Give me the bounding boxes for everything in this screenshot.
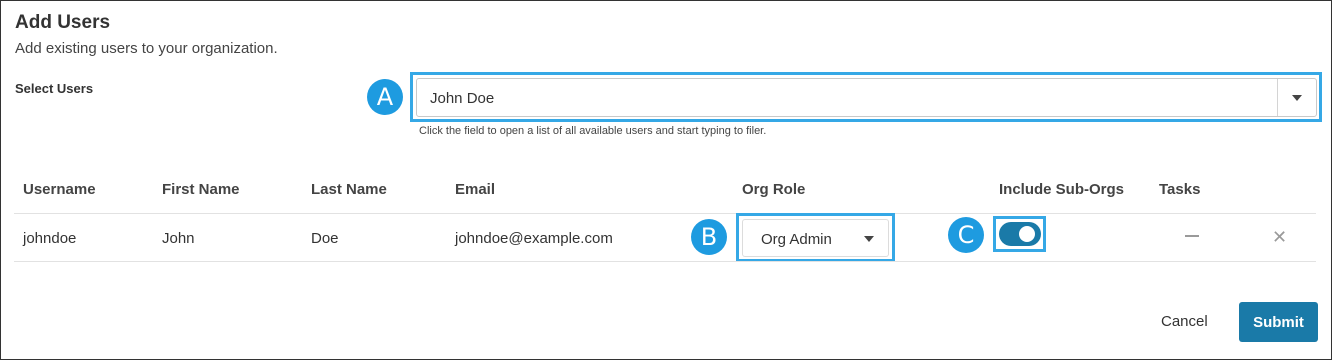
toggle-knob [1019, 226, 1035, 242]
table-divider-bottom [14, 261, 1316, 262]
select-users-value: John Doe [430, 90, 495, 107]
submit-button[interactable]: Submit [1239, 302, 1318, 342]
chevron-down-icon[interactable] [1292, 95, 1302, 101]
page-subtitle: Add existing users to your organization. [15, 40, 278, 57]
cell-email: johndoe@example.com [455, 230, 613, 247]
cell-username: johndoe [23, 230, 77, 247]
callout-badge-c: C [948, 217, 984, 253]
dropdown-divider [1277, 79, 1278, 116]
cancel-button[interactable]: Cancel [1161, 313, 1208, 330]
column-header-first-name: First Name [162, 181, 240, 198]
column-header-org-role: Org Role [742, 181, 806, 198]
select-users-dropdown[interactable]: John Doe [416, 78, 1317, 117]
org-role-select[interactable]: Org Admin [742, 219, 889, 257]
column-header-include-sub-orgs: Include Sub-Orgs [999, 181, 1125, 198]
tasks-empty-indicator [1185, 235, 1199, 237]
column-header-tasks: Tasks [1159, 181, 1201, 198]
chevron-down-icon[interactable] [864, 236, 874, 242]
callout-badge-b: B [691, 219, 727, 255]
cell-last-name: Doe [311, 230, 339, 247]
select-users-helper: Click the field to open a list of all av… [419, 125, 767, 137]
table-divider-top [14, 213, 1316, 214]
org-role-value: Org Admin [761, 231, 832, 248]
select-users-label: Select Users [15, 81, 94, 96]
add-users-panel: Add Users Add existing users to your org… [0, 0, 1332, 360]
column-header-username: Username [23, 181, 96, 198]
page-title: Add Users [15, 12, 111, 33]
cell-first-name: John [162, 230, 195, 247]
column-header-email: Email [455, 181, 496, 198]
remove-row-icon[interactable]: ✕ [1272, 227, 1287, 248]
callout-badge-a: A [367, 79, 403, 115]
column-header-last-name: Last Name [311, 181, 387, 198]
include-sub-orgs-toggle[interactable] [999, 222, 1041, 246]
